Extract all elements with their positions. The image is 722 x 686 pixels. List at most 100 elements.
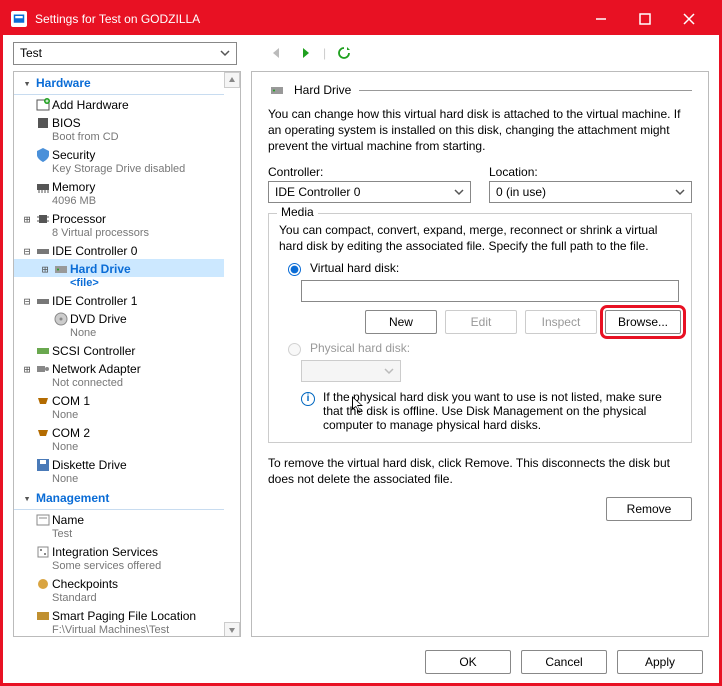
sidebar-item-sub: Key Storage Drive disabled: [52, 163, 224, 177]
remove-text: To remove the virtual hard disk, click R…: [268, 455, 692, 487]
expand-icon[interactable]: ⊞: [20, 213, 34, 226]
sidebar-item-scsi[interactable]: SCSI Controller: [14, 341, 224, 359]
edit-button[interactable]: Edit: [445, 310, 517, 334]
sidebar-item-add-hardware[interactable]: Add Hardware: [14, 95, 224, 113]
checkpoint-icon: [34, 576, 52, 592]
sidebar-item-com1[interactable]: COM 1: [14, 391, 224, 409]
sidebar-item-network[interactable]: ⊞ Network Adapter: [14, 359, 224, 377]
chevron-down-icon: [454, 187, 464, 197]
minimize-button[interactable]: [579, 3, 623, 35]
hard-drive-icon: [268, 82, 286, 98]
media-group: Media You can compact, convert, expand, …: [268, 213, 692, 443]
settings-tree[interactable]: ▾ Hardware Add Hardware BIOS Boot from C…: [13, 71, 241, 637]
sidebar-item-sub: Some services offered: [52, 560, 224, 574]
radio-virtual-label: Virtual hard disk:: [310, 261, 399, 275]
back-button[interactable]: [267, 43, 287, 63]
location-select[interactable]: 0 (in use): [489, 181, 692, 203]
sidebar-item-checkpoints[interactable]: Checkpoints: [14, 574, 224, 592]
location-label: Location:: [489, 165, 692, 179]
detail-pane: Hard Drive You can change how this virtu…: [251, 71, 709, 637]
sidebar-item-name[interactable]: Name: [14, 510, 224, 528]
physical-info-text: If the physical hard disk you want to us…: [323, 390, 681, 432]
remove-button[interactable]: Remove: [606, 497, 692, 521]
radio-physical-input[interactable]: [288, 343, 301, 356]
category-management[interactable]: ▾ Management: [14, 487, 224, 510]
add-hardware-icon: [34, 97, 52, 113]
collapse-icon[interactable]: ⊟: [20, 245, 34, 258]
category-hardware[interactable]: ▾ Hardware: [14, 72, 224, 95]
location-value: 0 (in use): [496, 185, 546, 199]
expand-icon[interactable]: ⊞: [38, 263, 52, 276]
scroll-up-icon[interactable]: [224, 72, 240, 88]
collapse-icon[interactable]: ⊟: [20, 295, 34, 308]
serial-port-icon: [34, 425, 52, 441]
media-title: Media: [277, 205, 318, 219]
radio-physical-label: Physical hard disk:: [310, 341, 410, 355]
sidebar-item-sub: None: [70, 327, 224, 341]
sidebar-item-dvd-drive[interactable]: DVD Drive: [14, 309, 224, 327]
ok-button[interactable]: OK: [425, 650, 511, 674]
maximize-button[interactable]: [623, 3, 667, 35]
sidebar-item-diskette[interactable]: Diskette Drive: [14, 455, 224, 473]
sidebar-item-sub: 4096 MB: [52, 195, 224, 209]
vm-selector-value: Test: [20, 46, 42, 60]
tree-scrollbar[interactable]: [224, 72, 240, 637]
serial-port-icon: [34, 393, 52, 409]
browse-button[interactable]: Browse...: [605, 310, 681, 334]
network-icon: [34, 361, 52, 377]
floppy-icon: [34, 457, 52, 473]
dialog-footer: OK Cancel Apply: [3, 641, 719, 683]
disc-icon: [52, 311, 70, 327]
chevron-down-icon: [384, 366, 394, 376]
cpu-icon: [34, 211, 52, 227]
sidebar-item-sub: None: [52, 473, 224, 487]
controller-icon: [34, 243, 52, 259]
sidebar-item-sub: None: [52, 409, 224, 423]
chevron-down-icon: [220, 48, 230, 58]
apply-button[interactable]: Apply: [617, 650, 703, 674]
vm-selector-combo[interactable]: Test: [13, 42, 237, 65]
settings-window: Settings for Test on GODZILLA Test | ▾ H…: [0, 0, 722, 686]
sidebar-item-sub: Standard: [52, 592, 224, 606]
close-button[interactable]: [667, 3, 711, 35]
controller-select[interactable]: IDE Controller 0: [268, 181, 471, 203]
cancel-button[interactable]: Cancel: [521, 650, 607, 674]
controller-icon: [34, 293, 52, 309]
app-icon: [11, 11, 27, 27]
shield-icon: [34, 147, 52, 163]
sidebar-item-sub: <file>: [70, 277, 224, 291]
sidebar-item-com2[interactable]: COM 2: [14, 423, 224, 441]
sidebar-item-processor[interactable]: ⊞ Processor: [14, 209, 224, 227]
sidebar-item-security[interactable]: Security: [14, 145, 224, 163]
sidebar-item-sub: Test: [52, 528, 224, 542]
sidebar-item-paging[interactable]: Smart Paging File Location: [14, 606, 224, 624]
sidebar-item-sub: None: [52, 441, 224, 455]
vhd-path-input[interactable]: [301, 280, 679, 302]
toolbar: Test |: [3, 35, 719, 71]
inspect-button[interactable]: Inspect: [525, 310, 597, 334]
sidebar-item-ide1[interactable]: ⊟ IDE Controller 1: [14, 291, 224, 309]
sidebar-item-memory[interactable]: Memory: [14, 177, 224, 195]
sidebar-item-integration[interactable]: Integration Services: [14, 542, 224, 560]
category-label: Management: [36, 491, 109, 505]
expand-icon[interactable]: ⊞: [20, 363, 34, 376]
intro-text: You can change how this virtual hard dis…: [268, 106, 692, 155]
radio-physical-disk[interactable]: Physical hard disk:: [283, 340, 681, 356]
collapse-icon: ▾: [20, 492, 34, 505]
radio-virtual-input[interactable]: [288, 263, 301, 276]
forward-button[interactable]: [295, 43, 315, 63]
sidebar-item-hard-drive[interactable]: ⊞ Hard Drive: [14, 259, 224, 277]
sidebar-item-bios[interactable]: BIOS: [14, 113, 224, 131]
name-icon: [34, 512, 52, 528]
radio-virtual-disk[interactable]: Virtual hard disk:: [283, 260, 681, 276]
refresh-button[interactable]: [334, 43, 354, 63]
hard-drive-icon: [52, 261, 70, 277]
paging-icon: [34, 608, 52, 624]
sidebar-item-sub: Not connected: [52, 377, 224, 391]
scroll-down-icon[interactable]: [224, 622, 240, 637]
sidebar-item-ide0[interactable]: ⊟ IDE Controller 0: [14, 241, 224, 259]
chevron-down-icon: [675, 187, 685, 197]
sidebar-item-sub: F:\Virtual Machines\Test: [52, 624, 224, 637]
new-button[interactable]: New: [365, 310, 437, 334]
memory-icon: [34, 179, 52, 195]
